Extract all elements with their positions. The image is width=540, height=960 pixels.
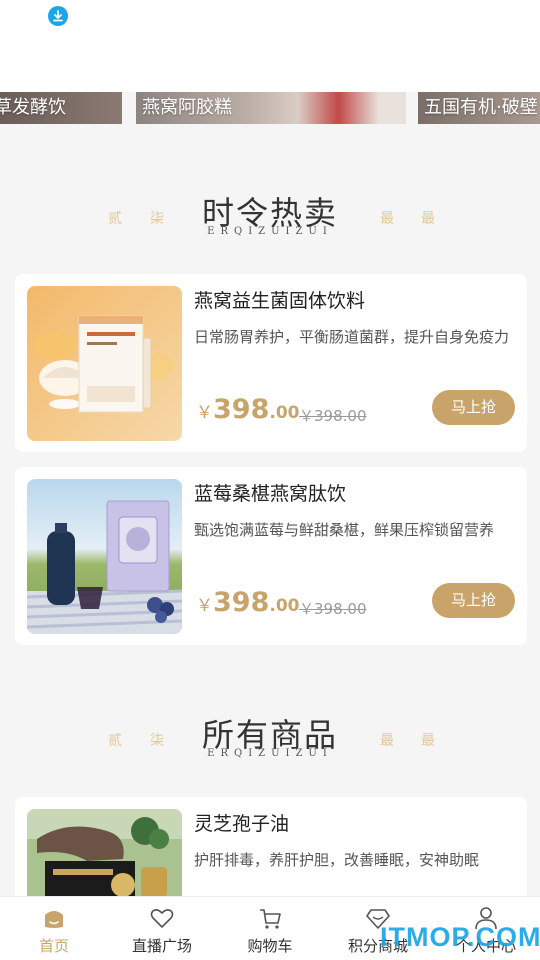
price-integer: 398 (213, 587, 270, 618)
banner-item[interactable]: 燕窝阿胶糕 (136, 92, 406, 124)
buy-now-button[interactable]: 马上抢 (432, 583, 515, 618)
product-card[interactable]: 燕窝益生菌固体饮料 日常肠胃养护，平衡肠道菌群，提升自身免疫力 ￥398.00 … (15, 274, 527, 452)
section-subtitle: ERQIZUIZUI (207, 748, 333, 759)
section-heading-hot: 贰 柒 最 最 时令热卖 ERQIZUIZUI (0, 188, 540, 248)
product-desc: 护肝排毒，养肝护胆，改善睡眠，安神助眠 (194, 851, 480, 869)
tab-label: 直播广场 (131, 937, 192, 955)
home-icon (45, 911, 63, 928)
tab-home[interactable]: 首页 (0, 897, 108, 960)
product-desc: 日常肠胃养护，平衡肠道菌群，提升自身免疫力 (194, 328, 510, 346)
cart-icon (260, 909, 281, 929)
section-subtitle: ERQIZUIZUI (207, 226, 333, 237)
tab-cart[interactable]: 购物车 (216, 897, 324, 960)
banner-label: 燕窝阿胶糕 (142, 97, 232, 118)
price-integer: 398 (213, 394, 270, 425)
tab-label: 购物车 (247, 937, 293, 955)
banner-label: 五国有机·破壁 (424, 97, 538, 118)
product-desc: 甄选饱满蓝莓与鲜甜桑椹，鲜果压榨锁留营养 (194, 521, 495, 539)
price-decimal: .00 (269, 403, 300, 423)
original-price: ￥398.00 (299, 600, 367, 618)
status-bar (0, 0, 540, 92)
banner-item[interactable]: 草发酵饮 (0, 92, 122, 124)
price-currency: ￥ (196, 403, 213, 423)
product-card[interactable]: 蓝莓桑椹燕窝肽饮 甄选饱满蓝莓与鲜甜桑椹，鲜果压榨锁留营养 ￥398.00 ￥3… (15, 467, 527, 645)
product-price: ￥398.00 (196, 587, 300, 618)
watermark-text: ITMOP.COM (380, 922, 540, 952)
tab-label: 首页 (38, 937, 69, 955)
product-name: 燕窝益生菌固体饮料 (194, 290, 366, 312)
price-currency: ￥ (196, 596, 213, 616)
buy-now-button[interactable]: 马上抢 (432, 390, 515, 425)
price-decimal: .00 (269, 596, 300, 616)
product-card[interactable]: 灵芝孢子油 护肝排毒，养肝护胆，改善睡眠，安神助眠 (15, 797, 527, 897)
product-image[interactable] (27, 479, 182, 634)
product-name: 蓝莓桑椹燕窝肽饮 (194, 483, 347, 505)
download-icon (48, 6, 68, 26)
banner-item[interactable]: 五国有机·破壁 (418, 92, 540, 124)
product-price: ￥398.00 (196, 394, 300, 425)
product-image[interactable] (27, 809, 182, 897)
original-price: ￥398.00 (299, 407, 367, 425)
section-heading-all: 贰 柒 最 最 所有商品 ERQIZUIZUI (0, 710, 540, 770)
product-image[interactable] (27, 286, 182, 441)
banner-label: 草发酵饮 (0, 97, 66, 118)
heart-icon (150, 909, 174, 928)
product-name: 灵芝孢子油 (194, 813, 290, 835)
tab-live[interactable]: 直播广场 (108, 897, 216, 960)
